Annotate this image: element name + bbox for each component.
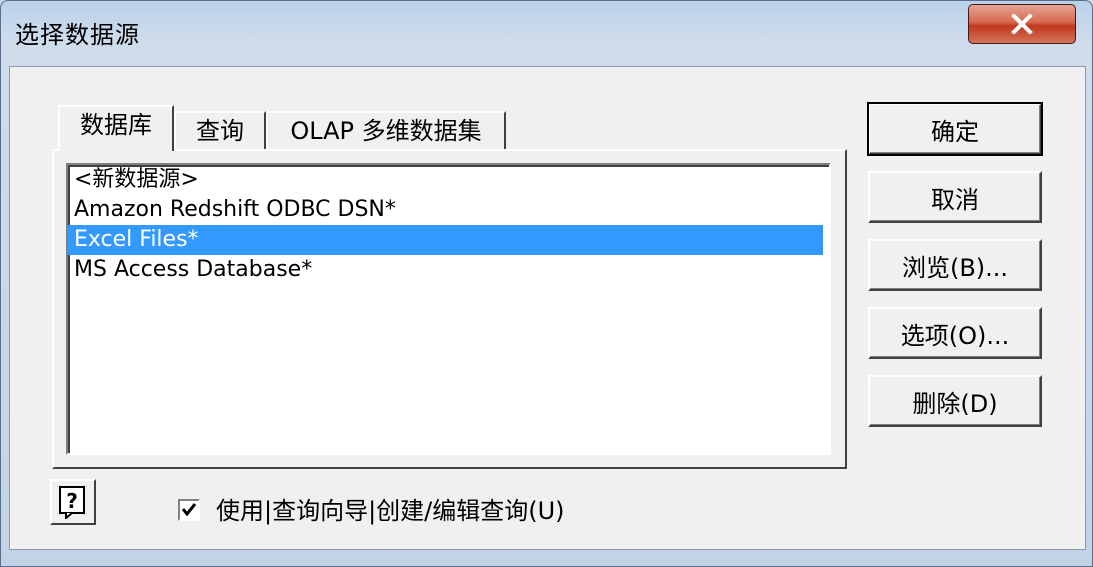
list-item-excel-files[interactable]: Excel Files* [68,225,823,255]
help-button[interactable]: ? [50,479,96,525]
dialog-title: 选择数据源 [15,21,140,49]
close-icon [1011,14,1033,34]
ok-button[interactable]: 确定 [867,102,1043,156]
cancel-button[interactable]: 取消 [868,171,1042,223]
dialog-window: 选择数据源 数据库 查询 OLAP 多维数据集 <新数据源> Amazon Re… [0,0,1093,567]
help-icon: ? [59,486,85,519]
tab-panel-database: <新数据源> Amazon Redshift ODBC DSN* Excel F… [52,149,847,469]
data-source-list[interactable]: <新数据源> Amazon Redshift ODBC DSN* Excel F… [66,163,831,455]
list-item-amazon-redshift[interactable]: Amazon Redshift ODBC DSN* [68,195,823,225]
tab-olap-cube[interactable]: OLAP 多维数据集 [266,111,506,149]
checkmark-icon [181,503,197,517]
options-button[interactable]: 选项(O)... [868,307,1042,359]
delete-button[interactable]: 删除(D) [868,375,1042,427]
query-wizard-checkbox[interactable] [178,499,200,521]
browse-button[interactable]: 浏览(B)... [868,239,1042,291]
close-button[interactable] [968,4,1076,44]
list-item-ms-access[interactable]: MS Access Database* [68,255,823,285]
svg-text:?: ? [66,489,78,513]
query-wizard-label[interactable]: 使用|查询向导|创建/编辑查询(U) [216,491,565,526]
tab-query[interactable]: 查询 [174,111,266,149]
tab-database[interactable]: 数据库 [58,105,174,151]
list-item-new-data-source[interactable]: <新数据源> [68,165,823,195]
dialog-body: 数据库 查询 OLAP 多维数据集 <新数据源> Amazon Redshift… [9,66,1086,550]
